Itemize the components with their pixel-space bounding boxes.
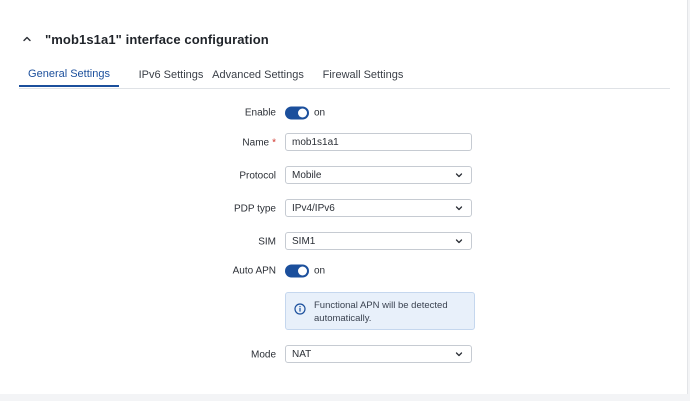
section-header[interactable]: "mob1s1a1" interface configuration: [21, 31, 269, 47]
pdp-type-row: PDP type IPv4/IPv6: [0, 199, 690, 219]
pdp-type-select[interactable]: IPv4/IPv6: [285, 199, 472, 217]
chevron-down-icon: [453, 235, 465, 247]
apn-info-text: Functional APN will be detected automati…: [314, 300, 448, 324]
interface-config-card: "mob1s1a1" interface configuration Gener…: [0, 0, 688, 394]
name-row: Name * mob1s1a1: [0, 133, 690, 153]
enable-row: Enable on: [0, 103, 690, 123]
chevron-down-icon: [453, 169, 465, 181]
mode-value: NAT: [292, 348, 312, 360]
protocol-select[interactable]: Mobile: [285, 166, 472, 184]
pdp-type-label: PDP type: [233, 203, 276, 215]
enable-toggle[interactable]: [285, 106, 309, 120]
tab-firewall-settings[interactable]: Firewall Settings: [319, 62, 407, 87]
sim-row: SIM SIM1: [0, 232, 690, 252]
tab-bar: General Settings IPv6 Settings Advanced …: [19, 62, 670, 89]
mode-select[interactable]: NAT: [285, 345, 472, 363]
name-label: Name *: [242, 138, 276, 149]
sim-value: SIM1: [292, 235, 316, 247]
name-input[interactable]: mob1s1a1: [285, 133, 472, 151]
sim-select[interactable]: SIM1: [285, 232, 472, 250]
chevron-up-icon[interactable]: [21, 33, 33, 45]
protocol-label: Protocol: [239, 170, 276, 182]
mode-label: Mode: [250, 349, 276, 361]
name-value: mob1s1a1: [292, 136, 339, 148]
sim-label: SIM: [258, 236, 276, 248]
protocol-row: Protocol Mobile: [0, 166, 690, 186]
pdp-type-value: IPv4/IPv6: [292, 202, 335, 214]
info-icon: [294, 302, 306, 315]
required-mark: *: [272, 137, 276, 149]
toggle-knob: [298, 108, 307, 118]
protocol-value: Mobile: [292, 169, 322, 181]
tab-ipv6-settings[interactable]: IPv6 Settings: [127, 62, 215, 87]
enable-state: on: [314, 107, 326, 119]
chevron-down-icon: [453, 202, 465, 214]
auto-apn-label: Auto APN: [232, 265, 276, 277]
toggle-knob: [298, 266, 307, 276]
auto-apn-row: Auto APN on: [0, 261, 690, 281]
chevron-down-icon: [453, 348, 465, 360]
name-label-text: Name: [242, 137, 270, 149]
tab-general-settings[interactable]: General Settings: [19, 62, 119, 87]
auto-apn-state: on: [314, 265, 326, 277]
auto-apn-toggle[interactable]: [285, 264, 309, 278]
tab-advanced-settings[interactable]: Advanced Settings: [211, 62, 305, 87]
mode-row: Mode NAT: [0, 345, 690, 365]
enable-label: Enable: [244, 107, 276, 119]
apn-info-box: Functional APN will be detected automati…: [285, 292, 475, 330]
section-title: "mob1s1a1" interface configuration: [45, 31, 269, 47]
